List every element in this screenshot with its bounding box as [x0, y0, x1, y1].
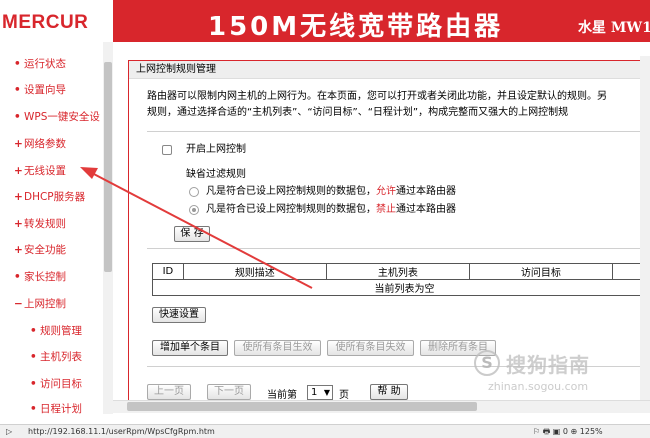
plus-icon: + — [14, 244, 23, 256]
divider — [147, 248, 650, 249]
sidebar-item-wizard[interactable]: • 设置向导 — [14, 81, 66, 99]
sidebar-item-label: 日程计划 — [40, 403, 82, 414]
sidebar-item-dhcp[interactable]: +DHCP服务器 — [14, 188, 85, 206]
rule-allow-radio[interactable] — [189, 187, 199, 197]
watermark-text: 搜狗指南 — [506, 353, 590, 377]
sidebar-item-label: 访问目标 — [40, 378, 82, 390]
sidebar-item-status[interactable]: • 运行状态 — [14, 55, 66, 73]
prev-page-button[interactable]: 上一页 — [147, 384, 191, 400]
product-title: 150M无线宽带路由器 — [208, 12, 504, 42]
plus-icon: + — [14, 165, 23, 177]
product-model: 水星 MW1 — [578, 20, 650, 36]
title-banner: 150M无线宽带路由器 水星 MW1 — [113, 0, 650, 42]
default-rule-label: 缺省过滤规则 — [186, 169, 246, 180]
empty-list-message: 当前列表为空 — [152, 279, 650, 296]
plus-icon: + — [14, 218, 23, 230]
sidebar-item-wps[interactable]: • WPS一键安全设 — [14, 108, 100, 126]
save-button[interactable]: 保 存 — [174, 226, 210, 242]
rule-allow-label: 凡是符合已设上网控制规则的数据包，允许通过本路由器 — [206, 186, 456, 197]
plus-icon: + — [14, 191, 23, 203]
sidebar-subitem-targets[interactable]: • 访问目标 — [30, 375, 82, 393]
quick-setup-button[interactable]: 快速设置 — [152, 307, 206, 323]
sidebar-subitem-rules[interactable]: • 规则管理 — [30, 322, 82, 340]
disable-all-button[interactable]: 使所有条目失效 — [327, 340, 414, 356]
horizontal-scroll-thumb[interactable] — [127, 402, 477, 411]
sidebar-item-label: 无线设置 — [24, 165, 66, 177]
watermark-url: zhinan.sogou.com — [488, 380, 589, 393]
column-header-targets: 访问目标 — [468, 263, 613, 280]
table-header-row: ID 规则描述 主机列表 访问目标 日 — [152, 263, 650, 280]
sidebar-item-label: 转发规则 — [24, 218, 66, 230]
sidebar-item-label: WPS一键安全设 — [24, 111, 100, 123]
intro-text-line-2: 规则，通过选择合适的“主机列表”、“访问目标”、“日程计划”，构成完整而又强大的… — [147, 107, 569, 118]
sidebar-item-label: DHCP服务器 — [24, 191, 86, 203]
bullet-icon: • — [30, 325, 37, 337]
divider — [147, 131, 650, 132]
sidebar-item-label: 主机列表 — [40, 351, 82, 363]
page-select[interactable]: 1 ▼ — [307, 385, 333, 400]
sogou-logo-icon: S — [474, 350, 500, 376]
intro-text-line-1: 路由器可以限制内网主机的上网行为。在本页面，您可以打开或者关闭此功能，并且设定默… — [147, 91, 607, 102]
status-url: http://192.168.11.1/userRpm/WpsCfgRpm.ht… — [28, 427, 215, 436]
status-indicators: ⚐ 🖶 ▣ 0 ⊕ 125% — [533, 427, 603, 436]
enable-all-button[interactable]: 使所有条目生效 — [234, 340, 321, 356]
sidebar-subitem-schedule[interactable]: • 日程计划 — [30, 400, 82, 414]
rule-deny-radio[interactable] — [189, 205, 199, 215]
rule-deny-label: 凡是符合已设上网控制规则的数据包，禁止通过本路由器 — [206, 204, 456, 215]
sidebar-item-security[interactable]: +安全功能 — [14, 241, 66, 259]
column-header-hosts: 主机列表 — [325, 263, 470, 280]
sidebar-item-network[interactable]: +网络参数 — [14, 135, 66, 153]
browser-status-bar: ▷ http://192.168.11.1/userRpm/WpsCfgRpm.… — [0, 424, 650, 438]
sidebar-item-parental[interactable]: • 家长控制 — [14, 268, 66, 286]
panel-title: 上网控制规则管理 — [129, 61, 650, 79]
add-entry-button[interactable]: 增加单个条目 — [152, 340, 228, 356]
sidebar-item-label: 上网控制 — [24, 298, 66, 310]
bullet-icon: • — [30, 403, 37, 414]
next-page-button[interactable]: 下一页 — [207, 384, 251, 400]
sidebar-subitem-hosts[interactable]: • 主机列表 — [30, 348, 82, 366]
sidebar-scroll-thumb[interactable] — [104, 62, 112, 272]
bullet-icon: • — [30, 351, 37, 363]
sidebar-item-forwarding[interactable]: +转发规则 — [14, 215, 66, 233]
enable-control-label: 开启上网控制 — [186, 144, 246, 155]
plus-icon: + — [14, 138, 23, 150]
sidebar-item-label: 安全功能 — [24, 244, 66, 256]
bullet-icon: • — [14, 58, 21, 70]
sidebar-item-label: 规则管理 — [40, 325, 82, 337]
watermark: S 搜狗指南 zhinan.sogou.com — [452, 344, 642, 406]
help-button[interactable]: 帮 助 — [370, 384, 408, 400]
bullet-icon: • — [14, 84, 21, 96]
bullet-icon: • — [14, 271, 21, 283]
column-header-id: ID — [152, 263, 184, 280]
header: MERCUR 150M无线宽带路由器 水星 MW1 — [0, 0, 650, 42]
sidebar-item-access-control[interactable]: −上网控制 — [14, 295, 66, 313]
current-page-label: 当前第 — [267, 390, 297, 401]
sidebar-item-label: 运行状态 — [24, 58, 66, 70]
chevron-down-icon: ▼ — [323, 388, 330, 397]
sidebar-menu: • 运行状态 • 设置向导 • WPS一键安全设 +网络参数 +无线设置 +DHCP服… — [0, 42, 113, 414]
bullet-icon: • — [14, 111, 21, 123]
page-icon: ▷ — [6, 427, 13, 436]
logo-area: MERCUR — [0, 0, 113, 42]
minus-icon: − — [14, 298, 23, 310]
enable-control-checkbox[interactable] — [162, 145, 172, 155]
brand-logo: MERCUR — [2, 12, 89, 33]
bullet-icon: • — [30, 378, 37, 390]
sidebar-item-label: 设置向导 — [24, 84, 66, 96]
page-suffix-label: 页 — [339, 390, 349, 401]
table-row: 当前列表为空 — [152, 279, 650, 296]
sidebar-item-label: 网络参数 — [24, 138, 66, 150]
column-header-description: 规则描述 — [182, 263, 327, 280]
sidebar-item-wireless[interactable]: +无线设置 — [14, 162, 66, 180]
sidebar-item-label: 家长控制 — [24, 271, 66, 283]
rules-table: ID 规则描述 主机列表 访问目标 日 当前列表为空 — [152, 263, 650, 296]
